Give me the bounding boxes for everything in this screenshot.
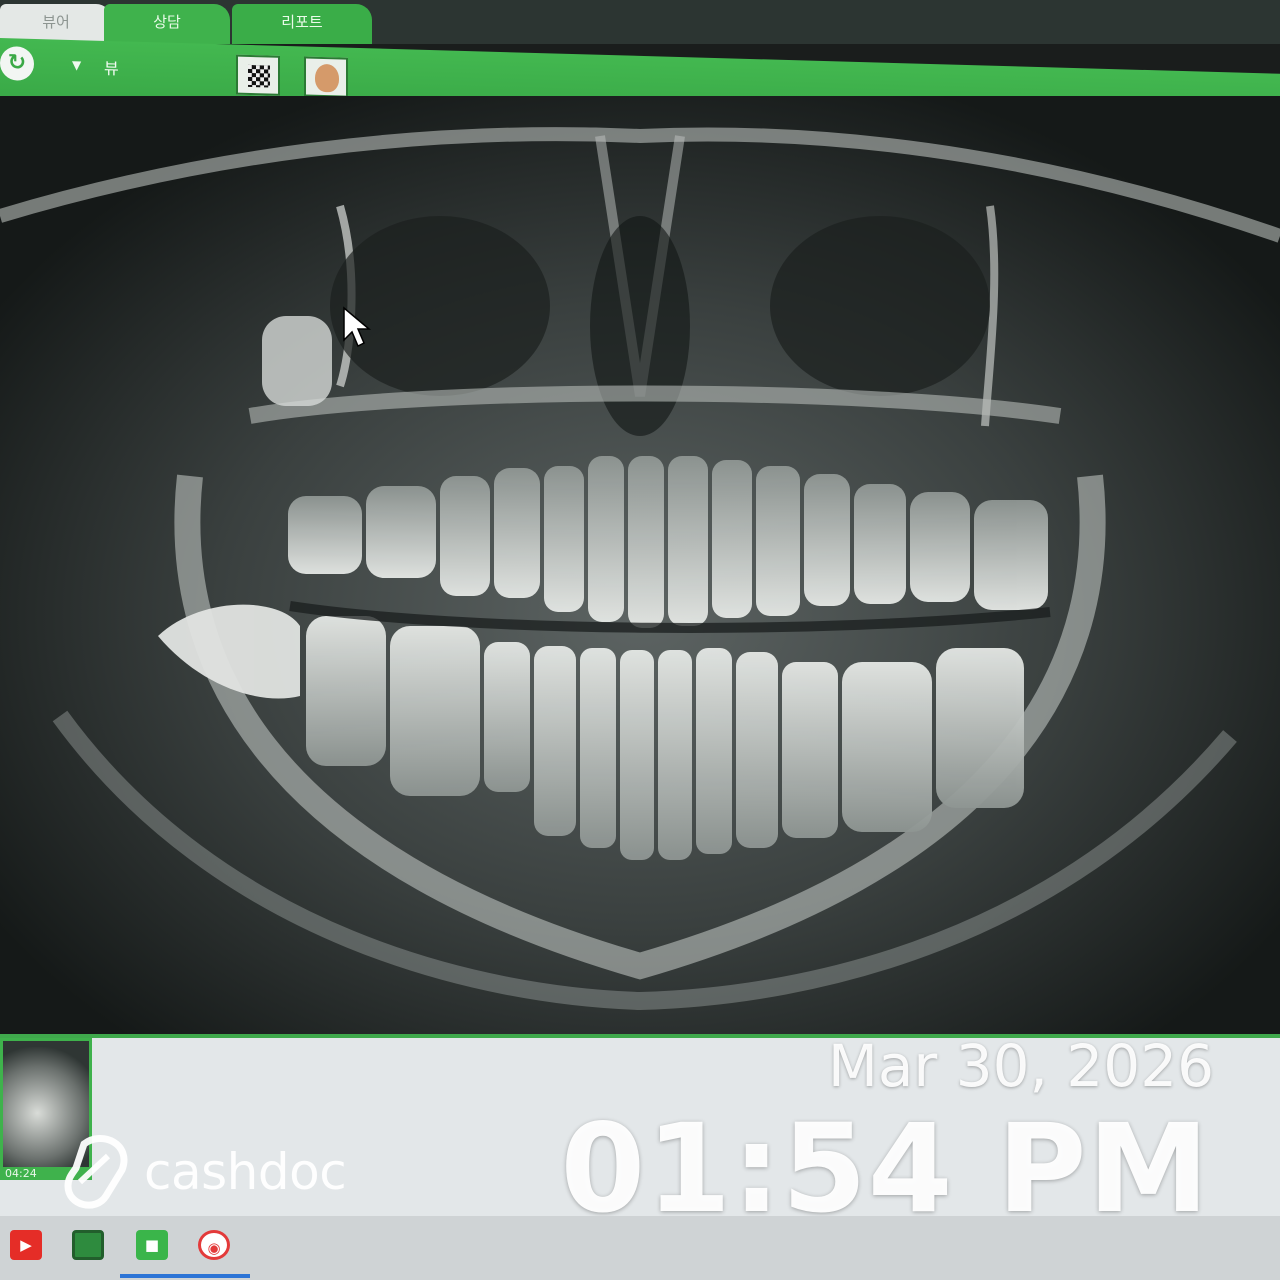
panoramic-xray-image[interactable] [0, 96, 1280, 1040]
tab-report[interactable]: 리포트 [232, 4, 372, 44]
refresh-logo-icon[interactable]: ↻ [0, 46, 34, 81]
tab-strip: 뷰어 상담 리포트 [0, 0, 1280, 44]
red-app-icon[interactable]: ◉ [198, 1230, 230, 1260]
timestamp-date: Mar 30, 2026 [827, 1032, 1214, 1100]
youtube-icon[interactable]: ▶ [10, 1230, 42, 1260]
face-photo-icon [315, 63, 339, 93]
view-menu-label[interactable]: 뷰 [104, 55, 119, 79]
camera-app-icon[interactable]: ■ [136, 1230, 168, 1260]
cashdoc-wordmark: cashdoc [144, 1143, 347, 1201]
cashdoc-logo-icon [64, 1135, 128, 1209]
checker-grid-icon [248, 64, 270, 88]
active-app-indicator [120, 1274, 250, 1278]
checker-grid-button[interactable] [236, 54, 280, 96]
face-photo-button[interactable] [304, 56, 348, 98]
tab-consult[interactable]: 상담 [104, 4, 230, 44]
chevron-down-icon[interactable]: ▼ [72, 58, 81, 72]
taskbar: ▶ ■ ◉ [0, 1216, 1280, 1280]
xray-drawing [0, 96, 1280, 1040]
cashdoc-watermark: cashdoc [62, 1134, 347, 1210]
green-app-icon[interactable] [72, 1230, 104, 1260]
